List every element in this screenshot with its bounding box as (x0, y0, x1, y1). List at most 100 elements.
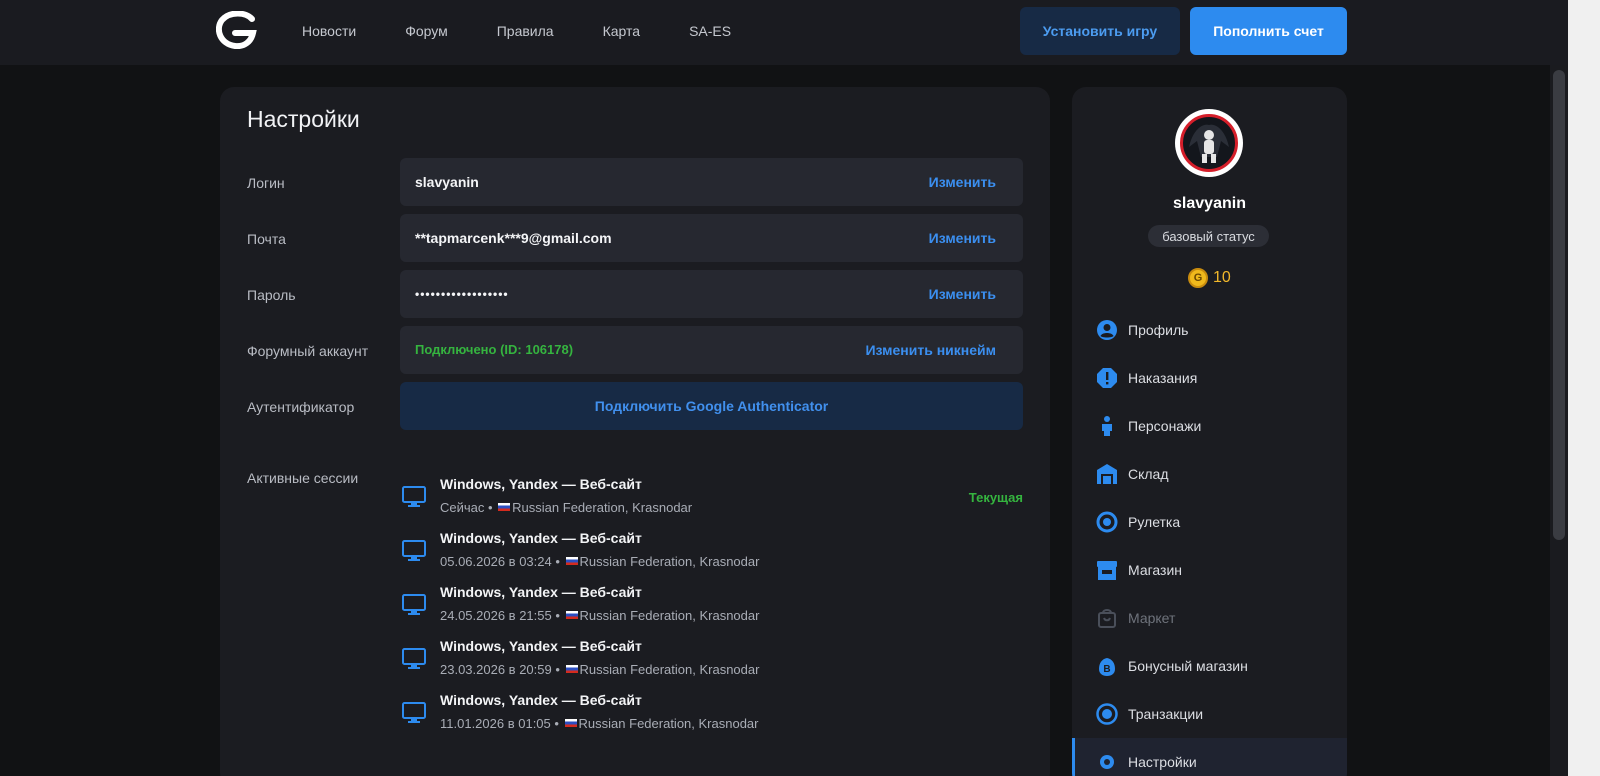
change-password-button[interactable]: Изменить (929, 270, 996, 318)
russia-flag-icon (498, 503, 511, 511)
sidebar-item-warehouse[interactable]: Склад (1072, 450, 1347, 498)
alert-icon (1097, 368, 1117, 388)
scrollbar-thumb[interactable] (1553, 70, 1565, 540)
person-icon (1102, 416, 1112, 436)
sidebar-item-bonus-shop[interactable]: B Бонусный магазин (1072, 642, 1347, 690)
emblem-icon (1189, 124, 1229, 163)
username: slavyanin (1173, 195, 1246, 212)
change-nickname-button[interactable]: Изменить никнейм (865, 326, 996, 374)
session-location: Russian Federation, Krasnodar (579, 554, 760, 569)
sidebar-item-punishments[interactable]: Наказания (1072, 354, 1347, 402)
avatar-image (1180, 114, 1238, 172)
session-title: Windows, Yandex — Веб-сайт (440, 692, 642, 708)
forum-status: Подключено (ID: 106178) (415, 342, 574, 357)
store-icon (1097, 561, 1117, 580)
sidebar-item-label: Магазин (1128, 562, 1183, 578)
session-time: Сейчас (440, 500, 485, 515)
coin-amount: 10 (1213, 269, 1231, 286)
gear-icon (1100, 755, 1114, 769)
sidebar-item-label: Наказания (1128, 370, 1198, 386)
russia-flag-icon (565, 611, 578, 619)
svg-text:B: B (1103, 664, 1110, 675)
password-label: Пароль (247, 287, 296, 303)
session-item: Windows, Yandex — Веб-сайт 05.06.2026 в … (400, 530, 1023, 584)
settings-card: Настройки Логин slavyanin Изменить Почта… (220, 87, 1050, 776)
email-field: **tapmarcenk***9@gmail.com Изменить (400, 214, 1023, 262)
sidebar-item-label: Профиль (1128, 322, 1189, 338)
sidebar-item-shop[interactable]: Магазин (1072, 546, 1347, 594)
sidebar-item-market[interactable]: Маркет (1072, 594, 1347, 642)
session-location: Russian Federation, Krasnodar (578, 716, 759, 731)
coin-stack-icon (1096, 703, 1118, 725)
bonus-icon: B (1099, 658, 1115, 676)
nav-link-forum[interactable]: Форум (405, 23, 448, 39)
top-up-button[interactable]: Пополнить счет (1190, 7, 1347, 55)
session-item: Windows, Yandex — Веб-сайт 23.03.2026 в … (400, 638, 1023, 692)
monitor-icon (402, 702, 426, 723)
active-sessions-label: Активные сессии (247, 470, 359, 486)
sidebar-item-roulette[interactable]: Рулетка (1072, 498, 1347, 546)
user-icon (1097, 320, 1117, 340)
session-time: 24.05.2026 в 21:55 (440, 608, 552, 623)
status-badge: базовый статус (1148, 225, 1269, 247)
change-email-button[interactable]: Изменить (929, 214, 996, 262)
connect-authenticator-button[interactable]: Подключить Google Authenticator (400, 382, 1023, 430)
session-location: Russian Federation, Krasnodar (512, 500, 693, 515)
session-meta: Сейчас • Russian Federation, Krasnodar (440, 500, 693, 515)
russia-flag-icon (565, 557, 578, 565)
roulette-icon (1096, 511, 1118, 533)
profile-sidebar: slavyanin базовый статус G 10 Профиль На… (1072, 87, 1347, 776)
nav-link-sa-es[interactable]: SA-ES (689, 23, 731, 39)
session-title: Windows, Yandex — Веб-сайт (440, 638, 642, 654)
email-value: **tapmarcenk***9@gmail.com (415, 230, 612, 246)
sidebar-item-transactions[interactable]: Транзакции (1072, 690, 1347, 738)
forum-account-field: Подключено (ID: 106178) Изменить никнейм (400, 326, 1023, 374)
sidebar-item-label: Бонусный магазин (1128, 658, 1248, 674)
monitor-icon (402, 486, 426, 507)
session-item: Windows, Yandex — Веб-сайт Сейчас • Russ… (400, 476, 1023, 530)
change-login-button[interactable]: Изменить (929, 158, 996, 206)
session-time: 11.01.2026 в 01:05 (440, 716, 551, 731)
forum-account-label: Форумный аккаунт (247, 343, 369, 359)
session-meta: 05.06.2026 в 03:24 • Russian Federation,… (440, 554, 760, 569)
russia-flag-icon (565, 665, 578, 673)
sidebar-item-label: Персонажи (1128, 418, 1202, 434)
email-label: Почта (247, 231, 286, 247)
login-field: slavyanin Изменить (400, 158, 1023, 206)
window-edge (1568, 0, 1600, 776)
sidebar-item-label: Склад (1128, 466, 1169, 482)
session-location: Russian Federation, Krasnodar (579, 608, 760, 623)
session-meta: 11.01.2026 в 01:05 • Russian Federation,… (440, 716, 759, 731)
session-title: Windows, Yandex — Веб-сайт (440, 584, 642, 600)
authenticator-label: Аутентификатор (247, 399, 355, 415)
current-session-badge: Текущая (968, 490, 1023, 505)
session-time: 05.06.2026 в 03:24 (440, 554, 552, 569)
login-value: slavyanin (415, 174, 479, 190)
page-title: Настройки (247, 106, 360, 132)
session-item: Windows, Yandex — Веб-сайт 11.01.2026 в … (400, 692, 1023, 746)
nav-link-map[interactable]: Карта (603, 23, 640, 39)
russia-flag-icon (564, 719, 577, 727)
monitor-icon (402, 648, 426, 669)
coin-icon: G (1188, 268, 1208, 288)
nav-link-rules[interactable]: Правила (497, 23, 554, 39)
nav-link-news[interactable]: Новости (302, 23, 356, 39)
avatar[interactable] (1175, 109, 1243, 177)
session-time: 23.03.2026 в 20:59 (440, 662, 552, 677)
session-title: Windows, Yandex — Веб-сайт (440, 530, 642, 546)
session-location: Russian Federation, Krasnodar (579, 662, 760, 677)
sidebar-item-characters[interactable]: Персонажи (1072, 402, 1347, 450)
install-game-button[interactable]: Установить игру (1020, 7, 1180, 55)
sidebar-item-settings[interactable]: Настройки (1072, 738, 1347, 776)
sidebar-item-label: Транзакции (1128, 706, 1204, 722)
warehouse-icon (1097, 464, 1117, 484)
main-nav: Новости Форум Правила Карта SA-ES (302, 0, 780, 62)
session-title: Windows, Yandex — Веб-сайт (440, 476, 642, 492)
session-meta: 23.03.2026 в 20:59 • Russian Federation,… (440, 662, 760, 677)
logo-icon[interactable] (216, 11, 258, 49)
monitor-icon (402, 594, 426, 615)
sidebar-item-profile[interactable]: Профиль (1072, 306, 1347, 354)
password-value: •••••••••••••••••• (415, 287, 509, 301)
login-label: Логин (247, 175, 285, 191)
password-field: •••••••••••••••••• Изменить (400, 270, 1023, 318)
